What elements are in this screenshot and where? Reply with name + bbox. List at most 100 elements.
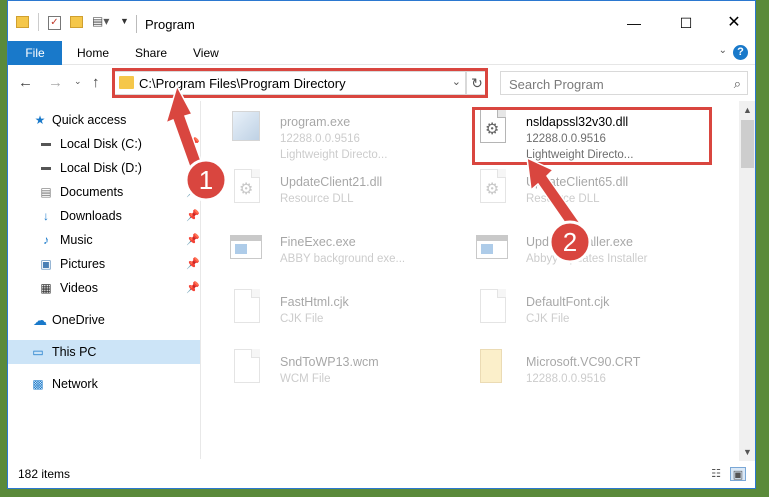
blank-file-icon [480, 289, 506, 323]
file-description: Abbyy Updates Installer [526, 253, 648, 265]
sidebar-item-label: Quick access [52, 113, 127, 127]
file-item[interactable]: UpdateInstaller.exe Abbyy Updates Instal… [470, 227, 710, 283]
file-description: Resource DLL [526, 193, 600, 205]
recent-locations-icon[interactable]: ⌄ [74, 76, 82, 87]
scroll-down-icon[interactable]: ▼ [743, 447, 752, 457]
file-highlight-box [472, 107, 712, 165]
sidebar-item-videos[interactable]: ▦ Videos 📌 [8, 276, 200, 300]
expand-ribbon-icon[interactable]: ⌄ [719, 45, 727, 56]
music-icon: ♪ [43, 233, 49, 247]
window-title: Program [145, 17, 195, 32]
sidebar-item-label: Local Disk (C:) [60, 137, 142, 151]
pin-icon[interactable]: 📌 [186, 137, 200, 150]
videos-icon: ▦ [40, 281, 52, 295]
large-icons-view-icon[interactable]: ▣ [730, 467, 746, 481]
gear-icon: ⚙ [485, 181, 500, 198]
forward-button[interactable]: → [48, 74, 63, 91]
file-item[interactable]: SndToWP13.wcm WCM File [224, 347, 464, 403]
computer-icon: ▭ [32, 345, 44, 359]
tab-share[interactable]: Share [135, 41, 167, 65]
help-icon[interactable]: ? [733, 45, 748, 60]
sidebar-item-quick-access[interactable]: ★ Quick access [8, 108, 200, 132]
sidebar-item-local-disk-d[interactable]: ▬ Local Disk (D:) 📌 [8, 156, 200, 180]
tab-view[interactable]: View [193, 41, 219, 65]
file-name: DefaultFont.cjk [526, 295, 610, 309]
file-name: UpdateClient65.dll [526, 175, 629, 189]
file-version: 12288.0.0.9516 [280, 133, 360, 145]
pin-icon[interactable]: 📌 [186, 233, 200, 246]
sidebar-item-onedrive[interactable]: ☁ OneDrive [8, 308, 200, 332]
file-description: CJK File [280, 313, 324, 325]
scroll-up-icon[interactable]: ▲ [743, 105, 752, 115]
sidebar-item-label: OneDrive [52, 313, 105, 327]
download-icon: ↓ [43, 209, 49, 223]
sidebar-item-music[interactable]: ♪ Music 📌 [8, 228, 200, 252]
pane-divider[interactable] [200, 101, 201, 459]
new-folder-icon[interactable] [70, 16, 83, 28]
ribbon-tabs: File Home Share View ⌄ ? [8, 41, 755, 65]
file-item[interactable]: FineExec.exe ABBY background exe... [224, 227, 464, 283]
file-name: UpdateClient21.dll [280, 175, 383, 189]
pin-icon[interactable]: 📌 [186, 161, 200, 174]
app-window-icon [230, 235, 262, 259]
search-input[interactable]: Search Program [509, 77, 604, 92]
explorer-window: ✓ ▤▾ ▼ Program — ☐ ✕ File Home Share Vie… [7, 0, 756, 489]
close-button[interactable]: ✕ [724, 13, 744, 33]
customize-view-icon[interactable]: ▤▾ [92, 14, 109, 28]
sidebar-item-label: Pictures [60, 257, 106, 271]
properties-icon[interactable]: ✓ [48, 16, 61, 30]
sidebar-item-this-pc[interactable]: ▭ This PC [8, 340, 200, 364]
title-separator [136, 15, 137, 33]
file-name: FineExec.exe [280, 235, 356, 249]
tab-home[interactable]: Home [77, 41, 109, 65]
details-view-icon[interactable]: ☷ [708, 467, 724, 481]
scroll-thumb[interactable] [741, 120, 754, 168]
minimize-button[interactable]: — [624, 13, 644, 33]
file-item[interactable]: FastHtml.cjk CJK File [224, 287, 464, 343]
zip-folder-icon [480, 349, 502, 383]
back-button[interactable]: ← [18, 74, 33, 91]
search-box[interactable]: Search Program ⌕ [500, 71, 748, 95]
file-item[interactable]: program.exe 12288.0.0.9516 Lightweight D… [224, 107, 464, 163]
file-name: Microsoft.VC90.CRT [526, 355, 641, 369]
pin-icon[interactable]: 📌 [186, 257, 200, 270]
sidebar-item-pictures[interactable]: ▣ Pictures 📌 [8, 252, 200, 276]
pin-icon[interactable]: 📌 [186, 281, 200, 294]
file-name: FastHtml.cjk [280, 295, 349, 309]
blank-file-icon [234, 289, 260, 323]
star-icon: ★ [34, 113, 46, 127]
pin-icon[interactable]: 📌 [186, 209, 200, 222]
app-window-icon [476, 235, 508, 259]
file-item[interactable]: ⚙ UpdateClient21.dll Resource DLL [224, 167, 464, 223]
sidebar-item-label: Network [52, 377, 98, 391]
search-icon[interactable]: ⌕ [734, 76, 741, 92]
sidebar-item-documents[interactable]: ▤ Documents 📌 [8, 180, 200, 204]
file-item[interactable]: DefaultFont.cjk CJK File [470, 287, 710, 343]
cloud-icon: ☁ [33, 312, 47, 328]
sidebar-item-network[interactable]: ▩ Network [8, 372, 200, 396]
separator [38, 13, 39, 31]
pin-icon[interactable]: 📌 [186, 185, 200, 198]
exe-icon [232, 111, 260, 141]
sidebar-item-label: Documents [60, 185, 124, 199]
folder-icon [16, 16, 29, 28]
network-icon: ▩ [32, 377, 44, 391]
tab-file[interactable]: File [8, 41, 62, 65]
sidebar-item-label: Music [60, 233, 93, 247]
file-description: Lightweight Directo... [280, 149, 388, 161]
up-button[interactable]: ↑ [92, 74, 100, 91]
title-bar: ✓ ▤▾ ▼ Program — ☐ ✕ [8, 1, 755, 41]
file-description: WCM File [280, 373, 331, 385]
vertical-scrollbar[interactable]: ▲ ▼ [739, 101, 755, 461]
sidebar-item-downloads[interactable]: ↓ Downloads 📌 [8, 204, 200, 228]
file-item[interactable]: ⚙ UpdateClient65.dll Resource DLL [470, 167, 710, 223]
file-description: ABBY background exe... [280, 253, 406, 265]
sidebar-item-label: This PC [52, 345, 97, 359]
file-item[interactable]: Microsoft.VC90.CRT 12288.0.0.9516 [470, 347, 710, 403]
sidebar-item-label: Local Disk (D:) [60, 161, 142, 175]
sidebar-item-local-disk-c[interactable]: ▬ Local Disk (C:) 📌 [8, 132, 200, 156]
quick-access-dropdown-icon[interactable]: ▼ [120, 16, 129, 26]
drive-icon: ▬ [41, 162, 51, 173]
maximize-button[interactable]: ☐ [676, 13, 696, 33]
file-name: program.exe [280, 115, 351, 129]
